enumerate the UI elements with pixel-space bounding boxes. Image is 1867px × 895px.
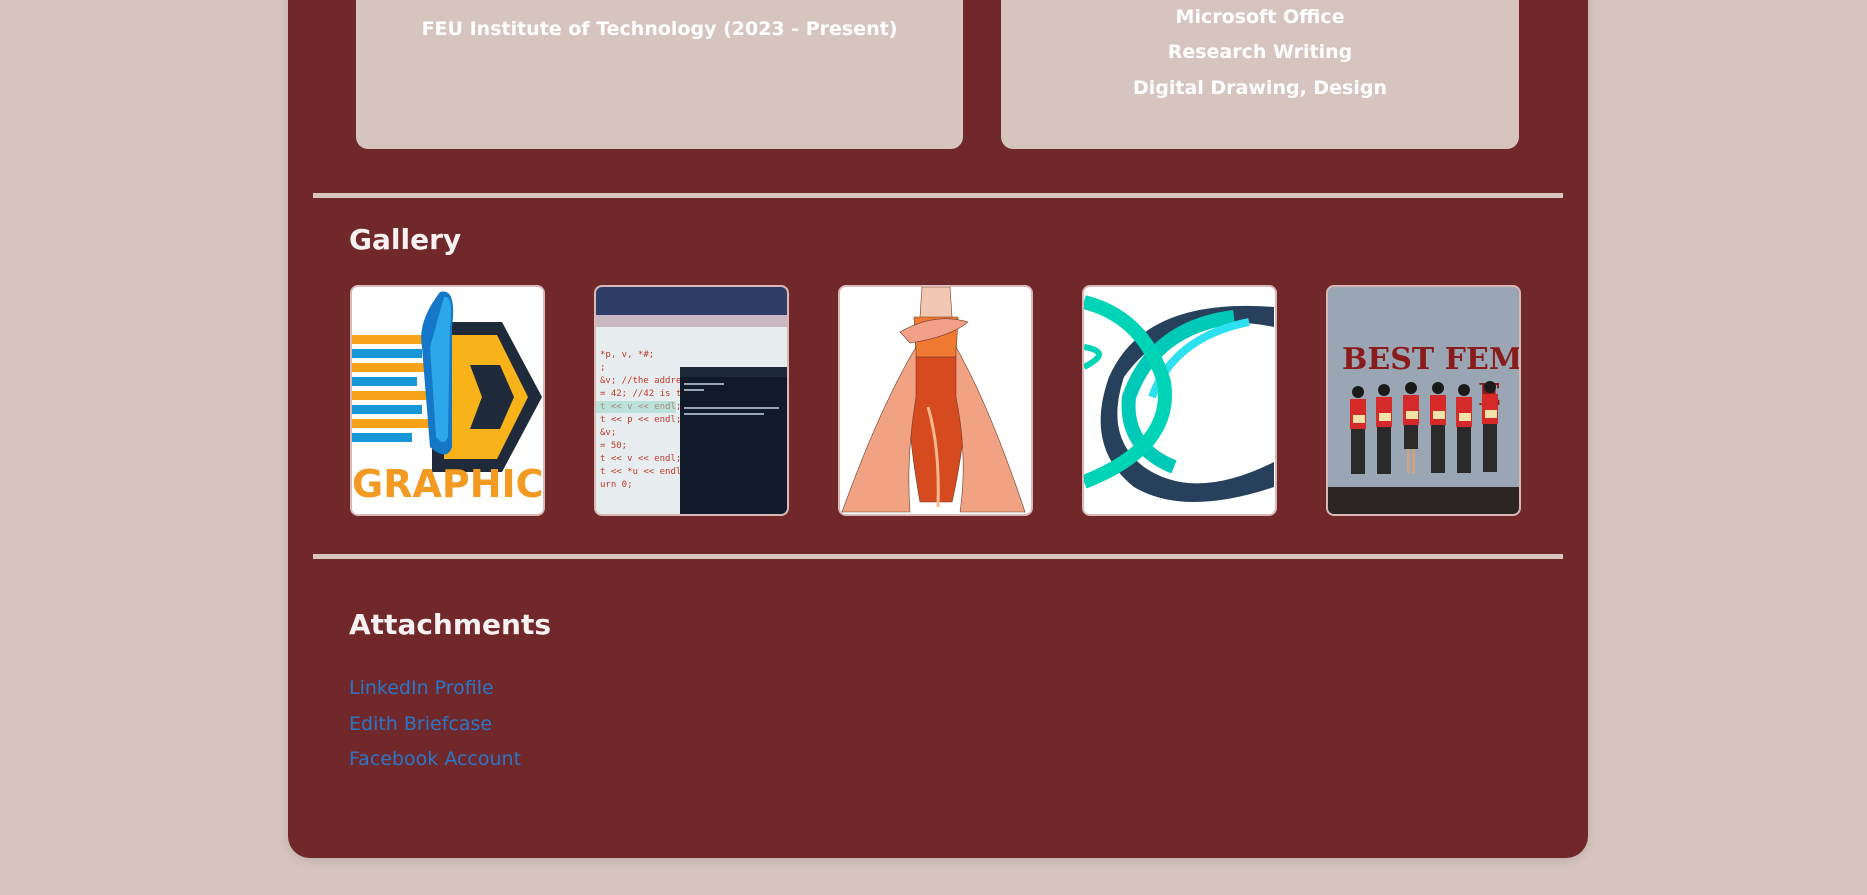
gallery-image-swirl-logo[interactable] (1082, 285, 1277, 516)
gallery-title: Gallery (349, 223, 462, 256)
svg-text:&v; //the addre: &v; //the addre (600, 376, 681, 386)
graphics-logo-text: GRAPHICS (352, 462, 543, 506)
svg-text:t << v << endl;: t << v << endl; (600, 454, 681, 464)
gallery-image-graphics-logo[interactable]: GRAPHICS (350, 285, 545, 516)
svg-text:&v;: &v; (600, 428, 616, 438)
gallery-image-code-screenshot[interactable]: *p, v, *#; ; &v; //the addre = 42; //42 … (594, 285, 789, 516)
skill-item: Microsoft Office (1175, 6, 1345, 28)
svg-text:t << p << endl;: t << p << endl; (600, 415, 681, 425)
attachments-title: Attachments (349, 608, 552, 641)
svg-text:urn 0;: urn 0; (600, 480, 633, 490)
skill-item: Research Writing (1167, 41, 1353, 63)
svg-text:t << *u << endl;: t << *u << endl; (600, 467, 687, 477)
edith-briefcase-link[interactable]: Edith Briefcase (349, 713, 492, 735)
gallery-image-gown-illustration[interactable] (838, 285, 1033, 516)
svg-text:= 42; //42 is the: = 42; //42 is the (600, 389, 692, 399)
linkedin-profile-link[interactable]: LinkedIn Profile (349, 677, 494, 699)
profile-card: FEU Institute of Technology (2023 - Pres… (288, 0, 1588, 858)
gallery-image-award-photo[interactable]: BEST FEMA E (1326, 285, 1521, 516)
education-box: FEU Institute of Technology (2023 - Pres… (356, 0, 963, 149)
section-divider (313, 554, 1563, 559)
award-banner-text: BEST FEMA (1342, 342, 1519, 377)
svg-text:*p, v, *#;: *p, v, *#; (600, 350, 654, 360)
facebook-account-link[interactable]: Facebook Account (349, 748, 521, 770)
skill-item: Digital Drawing, Design (1132, 77, 1388, 99)
education-school: FEU Institute of Technology (2023 - Pres… (421, 18, 898, 40)
svg-text:= 50;: = 50; (600, 441, 627, 451)
svg-text:;: ; (600, 363, 605, 373)
skills-box: Microsoft Office Research Writing Digita… (1001, 0, 1519, 149)
section-divider (313, 193, 1563, 198)
